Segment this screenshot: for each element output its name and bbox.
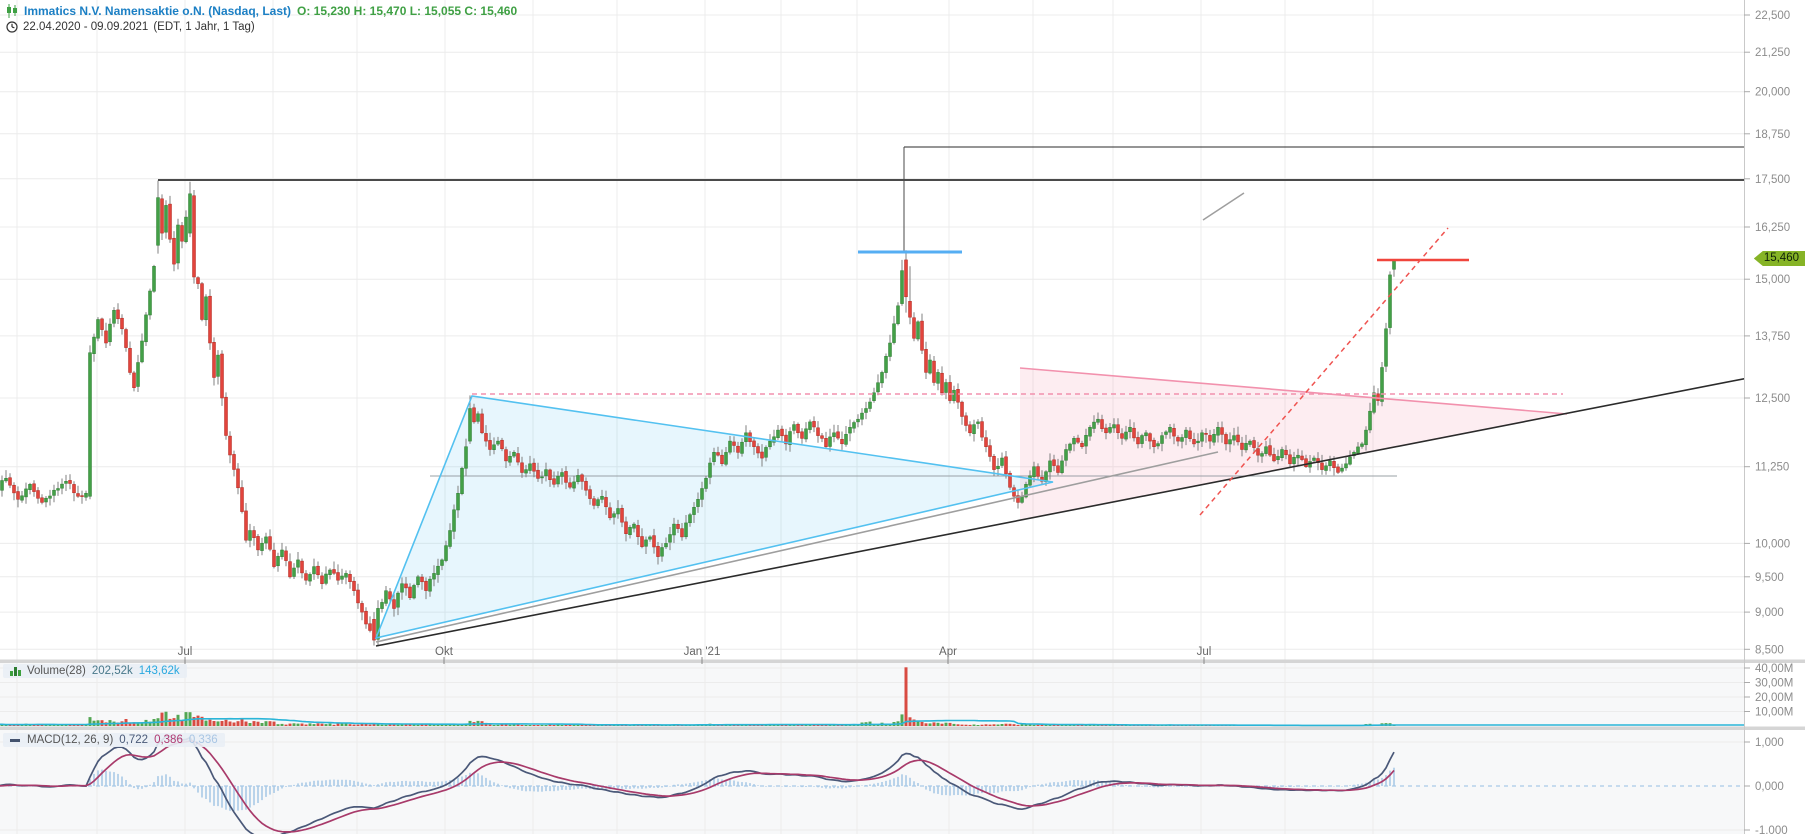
red-dashed-trendline[interactable]	[1199, 227, 1449, 516]
axis-tick-label: 22,500	[1755, 10, 1790, 22]
ohlc-values: O: 15,230 H: 15,470 L: 15,055 C: 15,460	[296, 4, 518, 18]
panel-separator[interactable]	[0, 726, 1805, 731]
axis-tick-label: 17,500	[1755, 174, 1790, 186]
axis-tick-label: 18,750	[1755, 129, 1790, 141]
axis-tick-label: 12,500	[1755, 393, 1790, 405]
axis-tick-label: 0,000	[1755, 781, 1784, 793]
chart-header: Immatics N.V. Namensaktie o.N. (Nasdaq, …	[6, 4, 517, 33]
macd-legend[interactable]: MACD(12, 26, 9) 0,722 0,386 0,336	[3, 733, 225, 747]
date-tick-label: Jan '21	[684, 646, 721, 658]
axis-tick-label: 20,000	[1755, 87, 1790, 99]
volume-panel[interactable]	[0, 663, 1744, 727]
date-tick-label: Jul	[1197, 646, 1212, 658]
macd-axis[interactable]: 1,000 0,000 -1,000	[1744, 737, 1788, 834]
volume-legend-name: Volume(28)	[27, 665, 86, 677]
date-tick-label: Apr	[939, 646, 957, 658]
macd-icon	[10, 738, 20, 742]
axis-tick-label: 9,500	[1755, 572, 1784, 584]
macd-hist-value: 0,336	[188, 734, 218, 746]
axis-tick-label: 13,750	[1755, 331, 1790, 343]
macd-panel[interactable]	[0, 730, 1744, 834]
gray-top-trendline[interactable]	[1202, 192, 1245, 221]
date-range[interactable]: 22.04.2020 - 09.09.2021	[23, 21, 148, 33]
axis-tick-label: 10,00M	[1755, 707, 1793, 719]
panel-separator[interactable]	[0, 659, 1805, 664]
axis-tick-label: 21,250	[1755, 47, 1790, 59]
axis-tick-label: 30,00M	[1755, 678, 1793, 690]
session-settings[interactable]: (EDT, 1 Jahr, 1 Tag)	[153, 21, 254, 33]
axis-tick-label: 8,500	[1755, 644, 1784, 656]
axis-tick-label: 11,250	[1755, 462, 1789, 474]
instrument-title[interactable]: Immatics N.V. Namensaktie o.N. (Nasdaq, …	[24, 4, 291, 18]
axis-tick-label: 15,000	[1755, 274, 1790, 286]
candlestick-type-icon[interactable]	[6, 4, 18, 18]
volume-legend[interactable]: Volume(28) 202,52k 143,62k	[3, 664, 187, 678]
volume-average-value: 143,62k	[138, 665, 180, 677]
axis-tick-label: 20,00M	[1755, 692, 1793, 704]
volume-axis[interactable]: 40,00M 30,00M 20,00M 10,00M	[1744, 663, 1793, 719]
date-tick-label: Okt	[435, 646, 454, 658]
axis-tick-label: 40,00M	[1755, 663, 1793, 675]
axis-tick-label: -1,000	[1755, 825, 1788, 834]
last-price-tag: 15,460	[1753, 251, 1805, 266]
axis-tick-label: 1,000	[1755, 737, 1784, 749]
volume-current-value: 202,52k	[91, 665, 133, 677]
volume-icon	[10, 666, 21, 676]
axis-tick-label: 10,000	[1755, 538, 1790, 550]
chart-window: 22,500 21,250 20,000 18,750 17,500 16,250 15,0…	[0, 0, 1805, 834]
clock-icon	[6, 21, 18, 33]
price-axis[interactable]: 22,500 21,250 20,000 18,750 17,500 16,250 15,0…	[1744, 10, 1790, 656]
macd-value: 0,722	[119, 734, 149, 746]
axis-tick-label: 9,000	[1755, 607, 1784, 619]
macd-signal-value: 0,386	[154, 734, 183, 746]
axis-tick-label: 16,250	[1755, 222, 1790, 234]
macd-legend-name: MACD(12, 26, 9)	[27, 734, 114, 746]
chart-canvas[interactable]: 22,500 21,250 20,000 18,750 17,500 16,250 15,0…	[0, 0, 1805, 834]
date-tick-label: Jul	[178, 646, 193, 658]
